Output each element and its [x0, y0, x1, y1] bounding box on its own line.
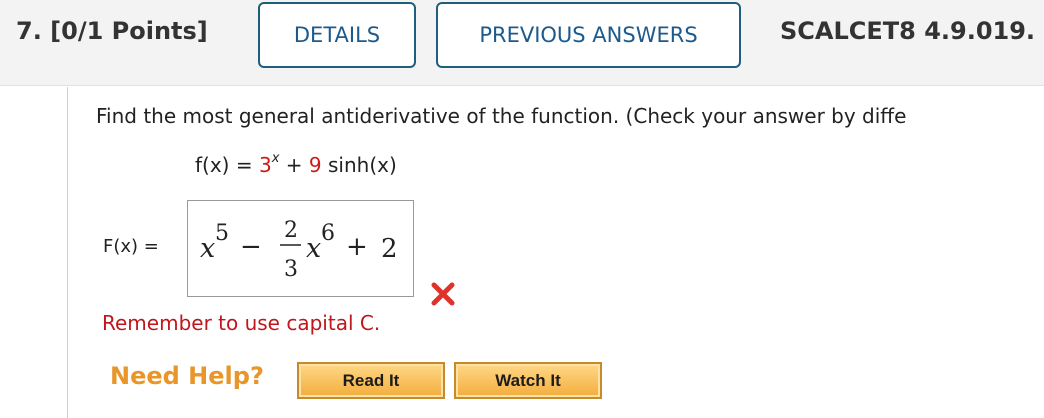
function-base: 3: [258, 153, 272, 177]
incorrect-x-icon: [431, 282, 455, 306]
answer-denominator: 3: [284, 257, 298, 282]
answer-label-text: F(x): [103, 236, 139, 257]
function-plus: +: [285, 153, 303, 177]
feedback-message: Remember to use capital C.: [102, 311, 381, 335]
function-exponent: x: [271, 151, 280, 166]
answer-minus: −: [240, 232, 262, 262]
read-it-button[interactable]: Read It: [297, 362, 445, 399]
question-body: Find the most general antiderivative of …: [67, 87, 1044, 418]
answer-math-expression: x 5 − 2 3 x 6 + 2: [200, 218, 398, 282]
question-number-points: 7. [0/1 Points]: [16, 17, 208, 45]
answer-numerator: 2: [284, 218, 298, 243]
details-button[interactable]: DETAILS: [258, 2, 416, 68]
function-term: sinh(x): [327, 153, 397, 177]
answer-exponent-1: 5: [215, 221, 229, 246]
watch-it-button[interactable]: Watch It: [454, 362, 602, 399]
question-code: SCALCET8 4.9.019.: [780, 17, 1036, 45]
function-definition: f(x) = 3x + 9 sinh(x): [195, 151, 397, 177]
answer-input[interactable]: x 5 − 2 3 x 6 + 2: [187, 200, 414, 297]
answer-exponent-2: 6: [321, 221, 335, 246]
answer-x2: x: [306, 233, 321, 264]
need-help-label: Need Help?: [110, 362, 264, 390]
answer-x1: x: [200, 233, 215, 264]
function-lhs: f(x): [195, 153, 230, 177]
answer-equals: =: [143, 236, 159, 257]
answer-plus: +: [346, 232, 368, 262]
problem-prompt: Find the most general antiderivative of …: [96, 104, 907, 128]
function-coefficient: 9: [308, 153, 322, 177]
answer-constant: 2: [381, 234, 398, 264]
answer-label: F(x) =: [103, 236, 159, 257]
function-equals: =: [235, 153, 253, 177]
question-header: 7. [0/1 Points] DETAILS PREVIOUS ANSWERS…: [0, 0, 1044, 86]
previous-answers-button[interactable]: PREVIOUS ANSWERS: [436, 2, 741, 68]
